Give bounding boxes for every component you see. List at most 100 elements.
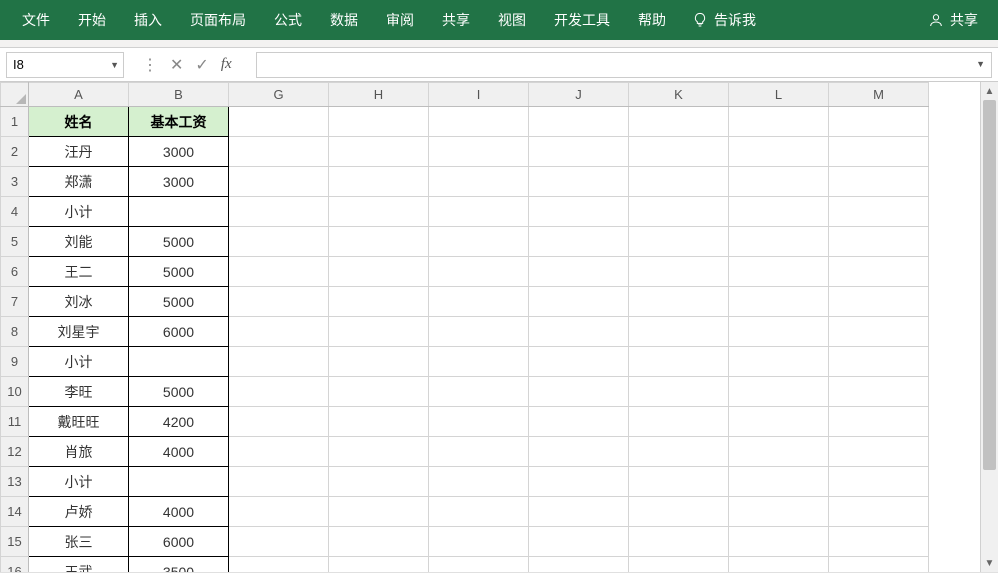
row-header[interactable]: 16	[1, 557, 29, 573]
cell[interactable]	[729, 497, 829, 527]
ribbon-tab-layout[interactable]: 页面布局	[176, 0, 260, 40]
row-header[interactable]: 5	[1, 227, 29, 257]
cell[interactable]	[829, 137, 929, 167]
cell[interactable]	[529, 437, 629, 467]
row-header[interactable]: 9	[1, 347, 29, 377]
ribbon-tab-insert[interactable]: 插入	[120, 0, 176, 40]
cell[interactable]	[429, 497, 529, 527]
cell[interactable]	[629, 497, 729, 527]
share-button[interactable]: 共享	[916, 10, 990, 30]
cell[interactable]	[829, 287, 929, 317]
cell[interactable]	[729, 557, 829, 573]
cell[interactable]	[329, 527, 429, 557]
row-header[interactable]: 1	[1, 107, 29, 137]
cell[interactable]: 3500	[129, 557, 229, 573]
col-header[interactable]: M	[829, 83, 929, 107]
cell[interactable]: 刘能	[29, 227, 129, 257]
row-header[interactable]: 10	[1, 377, 29, 407]
cell[interactable]	[129, 347, 229, 377]
cell[interactable]	[729, 227, 829, 257]
scroll-track[interactable]	[981, 100, 998, 554]
cell[interactable]	[429, 467, 529, 497]
cell[interactable]	[329, 167, 429, 197]
cell[interactable]	[329, 317, 429, 347]
spreadsheet-grid[interactable]: A B G H I J K L M 1 姓名 基本工资 2汪丹3000 3郑潇3…	[0, 82, 980, 572]
row-header[interactable]: 2	[1, 137, 29, 167]
select-all-corner[interactable]	[1, 83, 29, 107]
cell[interactable]	[829, 227, 929, 257]
cell[interactable]	[729, 167, 829, 197]
cell[interactable]	[529, 137, 629, 167]
cell[interactable]	[229, 107, 329, 137]
cell[interactable]	[129, 467, 229, 497]
cell[interactable]	[429, 227, 529, 257]
cell[interactable]	[329, 257, 429, 287]
row-header[interactable]: 12	[1, 437, 29, 467]
cell[interactable]: 李旺	[29, 377, 129, 407]
col-header[interactable]: A	[29, 83, 129, 107]
cell[interactable]	[729, 437, 829, 467]
cell[interactable]	[829, 347, 929, 377]
cell[interactable]	[629, 227, 729, 257]
ribbon-tab-formulas[interactable]: 公式	[260, 0, 316, 40]
chevron-down-icon[interactable]: ▼	[110, 60, 119, 70]
col-header[interactable]: G	[229, 83, 329, 107]
cell[interactable]	[629, 437, 729, 467]
cell[interactable]: 5000	[129, 377, 229, 407]
cell[interactable]: 3000	[129, 167, 229, 197]
cell[interactable]	[229, 167, 329, 197]
row-header[interactable]: 13	[1, 467, 29, 497]
cell[interactable]	[329, 437, 429, 467]
cell[interactable]	[629, 377, 729, 407]
ribbon-tab-file[interactable]: 文件	[8, 0, 64, 40]
cell[interactable]	[329, 227, 429, 257]
cell[interactable]	[829, 317, 929, 347]
cell[interactable]	[729, 257, 829, 287]
cell[interactable]	[229, 437, 329, 467]
cell[interactable]	[429, 317, 529, 347]
cell[interactable]: 姓名	[29, 107, 129, 137]
cell[interactable]	[729, 287, 829, 317]
cell[interactable]	[529, 317, 629, 347]
cell[interactable]	[329, 287, 429, 317]
cell[interactable]: 王二	[29, 257, 129, 287]
cell[interactable]	[829, 407, 929, 437]
cell[interactable]	[829, 557, 929, 573]
cell[interactable]: 王武	[29, 557, 129, 573]
cell[interactable]	[529, 287, 629, 317]
row-header[interactable]: 14	[1, 497, 29, 527]
cell[interactable]	[229, 557, 329, 573]
cell[interactable]	[729, 527, 829, 557]
ribbon-tab-review[interactable]: 审阅	[372, 0, 428, 40]
cell[interactable]: 3000	[129, 137, 229, 167]
cell[interactable]	[329, 137, 429, 167]
scroll-thumb[interactable]	[983, 100, 996, 470]
cell[interactable]	[529, 557, 629, 573]
cell[interactable]	[729, 377, 829, 407]
cell[interactable]: 6000	[129, 527, 229, 557]
row-header[interactable]: 6	[1, 257, 29, 287]
vertical-scrollbar[interactable]: ▲ ▼	[980, 82, 998, 572]
cell[interactable]	[229, 257, 329, 287]
chevron-down-icon[interactable]: ▼	[976, 59, 985, 69]
cell[interactable]	[729, 197, 829, 227]
cell[interactable]	[529, 107, 629, 137]
cell[interactable]	[229, 497, 329, 527]
cell[interactable]	[429, 257, 529, 287]
ribbon-tab-share[interactable]: 共享	[428, 0, 484, 40]
col-header[interactable]: B	[129, 83, 229, 107]
cell[interactable]	[229, 197, 329, 227]
cell[interactable]	[329, 107, 429, 137]
ribbon-tab-data[interactable]: 数据	[316, 0, 372, 40]
cell[interactable]	[629, 137, 729, 167]
cell[interactable]	[829, 257, 929, 287]
cell[interactable]	[329, 557, 429, 573]
cell[interactable]	[429, 557, 529, 573]
cell[interactable]	[229, 527, 329, 557]
cell[interactable]	[229, 137, 329, 167]
cell[interactable]	[829, 377, 929, 407]
cell[interactable]	[629, 317, 729, 347]
ribbon-tab-home[interactable]: 开始	[64, 0, 120, 40]
row-header[interactable]: 15	[1, 527, 29, 557]
cell[interactable]	[729, 347, 829, 377]
